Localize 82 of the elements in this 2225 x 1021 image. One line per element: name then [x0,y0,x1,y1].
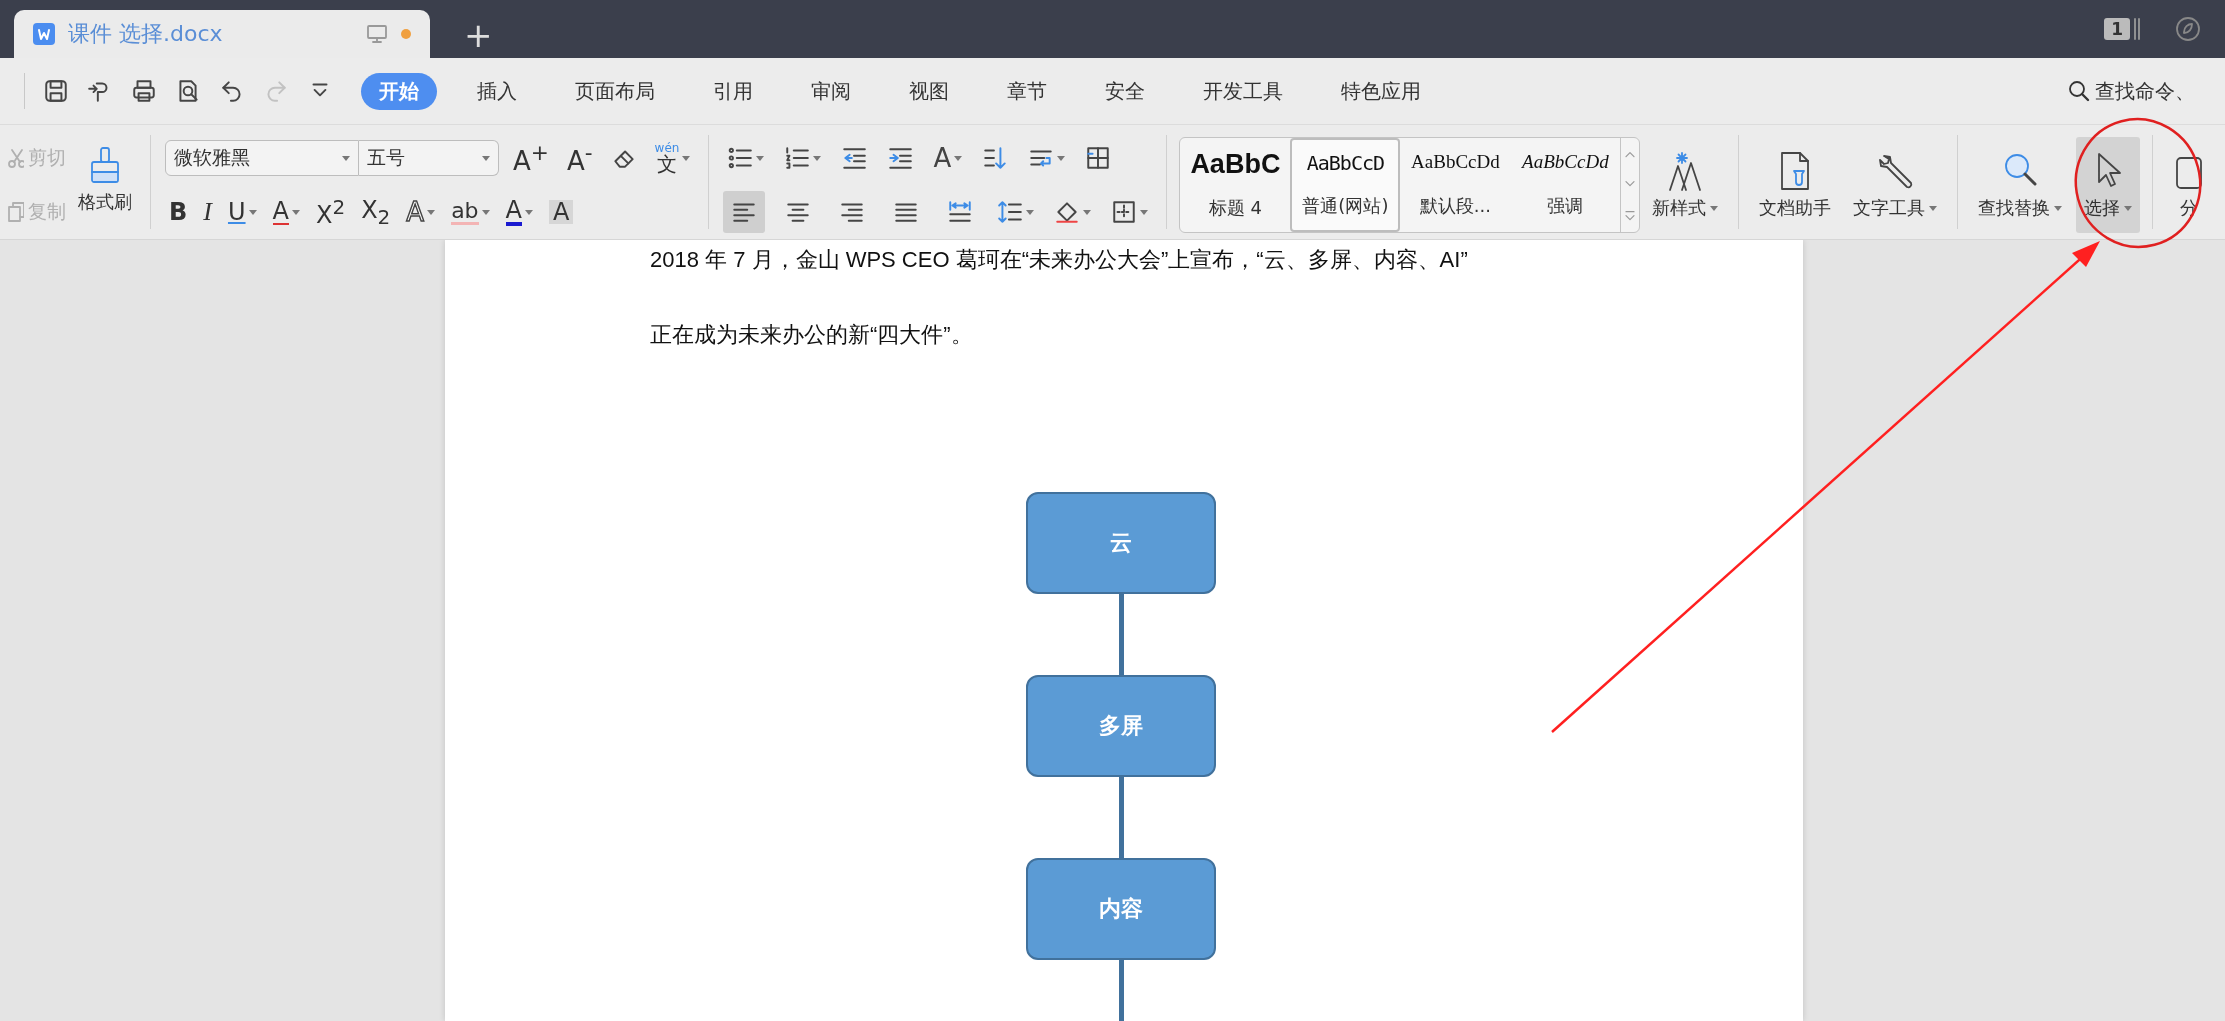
caret-icon [342,155,350,161]
caret-icon [482,155,490,161]
font-size-field[interactable]: 五号 [359,140,499,176]
caret-icon [813,155,822,161]
flowchart-node: 多屏 [1026,675,1216,777]
assistant-button[interactable]: 文档助手 [1751,137,1840,233]
caret-icon [1057,155,1066,161]
numbered-list-icon [784,145,811,171]
copy-icon [6,201,24,223]
subscript-button[interactable]: X$_{2}$ [357,193,395,231]
bullet-list-icon [727,145,754,171]
caret-icon [1140,209,1149,215]
search-placeholder: 查找命令、 [2095,77,2195,105]
menu-tab[interactable]: 页面布局 [557,72,673,110]
distribute-icon [947,199,974,225]
font-name-field[interactable]: 微软雅黑 [165,140,359,176]
caret-icon [427,209,436,215]
paint-bucket-icon [1054,199,1081,225]
spacing-button[interactable]: A [929,139,967,177]
text-tools-button[interactable]: 文字工具 [1845,137,1946,233]
highlight-button[interactable]: ab [447,193,494,231]
decrease-indent-icon [841,145,868,171]
scissors-icon [6,147,24,169]
phonetic-button[interactable]: wén 文 [650,139,695,177]
select-button[interactable]: 选择 [2076,137,2141,233]
menu-tab[interactable]: 插入 [459,72,535,110]
strike-button[interactable]: A [268,193,304,231]
paragraph-text: 正在成为未来办公的新“四大件”。 [650,321,974,349]
print-icon[interactable] [131,78,157,104]
table-icon [1085,145,1112,171]
window-count-badge[interactable]: 1 [2104,18,2130,40]
menu-tab[interactable]: 开发工具 [1185,72,1301,110]
style-option[interactable]: AaBbC 标题 4 [1180,138,1291,232]
menu-tab[interactable]: 章节 [989,72,1065,110]
caret-icon [1083,209,1092,215]
caret-icon [2054,205,2063,211]
caret-icon [756,155,765,161]
flowchart-node: 内容 [1026,858,1216,960]
caret-icon [954,155,963,161]
line-spacing-icon [997,199,1024,225]
tab-title: 课件 选择.docx [68,20,224,48]
shrink-button[interactable]: A$^{-}$ [562,139,597,177]
caret-icon [291,209,300,215]
format-painter-button[interactable]: 格式刷 [68,131,142,227]
bold-button[interactable]: B [165,193,192,231]
monitor-icon [366,24,388,44]
caret-icon [1026,209,1035,215]
command-search-field[interactable]: 查找命令、 [2067,77,2195,105]
caret-icon [1929,205,1938,211]
document-icon [32,22,56,46]
italic-button[interactable]: I [199,193,216,231]
caret-icon [2124,205,2133,211]
caret-icon [1710,205,1719,211]
caret-icon [682,155,691,161]
caret-icon [248,209,257,215]
style-option[interactable]: AaBbCcD 普通(网站) [1290,138,1401,232]
border-icon [1111,199,1138,225]
caret-icon [481,209,490,215]
menu-tab[interactable]: 特色应用 [1323,72,1439,110]
paragraph-text: 2018 年 7 月，金山 WPS CEO 葛珂在“未来办公大会”上宣布，“云、多屏、内容、AI” [650,246,1469,274]
grow-button[interactable]: A$^{+}$ [509,139,553,177]
find-button[interactable]: 查找替换 [1970,137,2071,233]
new-tab-button[interactable]: + [464,18,493,52]
search-icon [2067,79,2091,103]
divider-icon [2133,17,2141,41]
sort-icon [982,145,1009,171]
save-icon[interactable] [43,78,69,104]
underline-button[interactable]: U [223,193,261,231]
shade-button[interactable]: A [545,193,578,231]
align-left-button[interactable] [723,191,766,233]
style-option[interactable]: AaBbCcDd 默认段... [1400,138,1511,232]
menu-tab[interactable]: 审阅 [793,72,869,110]
superscript-button[interactable]: X$^{2}$ [311,193,350,231]
menu-tab[interactable]: 安全 [1087,72,1163,110]
menu-tab[interactable]: 引用 [695,72,771,110]
color-button[interactable]: A [501,193,537,231]
menu-tab[interactable]: 视图 [891,72,967,110]
new-style-button[interactable]: 新样式 [1644,137,1727,233]
increase-indent-icon [887,145,914,171]
style-option[interactable]: AaBbCcDd 强调 [1510,138,1621,232]
caret-icon [525,209,533,215]
flowchart-node: 云 [1026,492,1216,594]
